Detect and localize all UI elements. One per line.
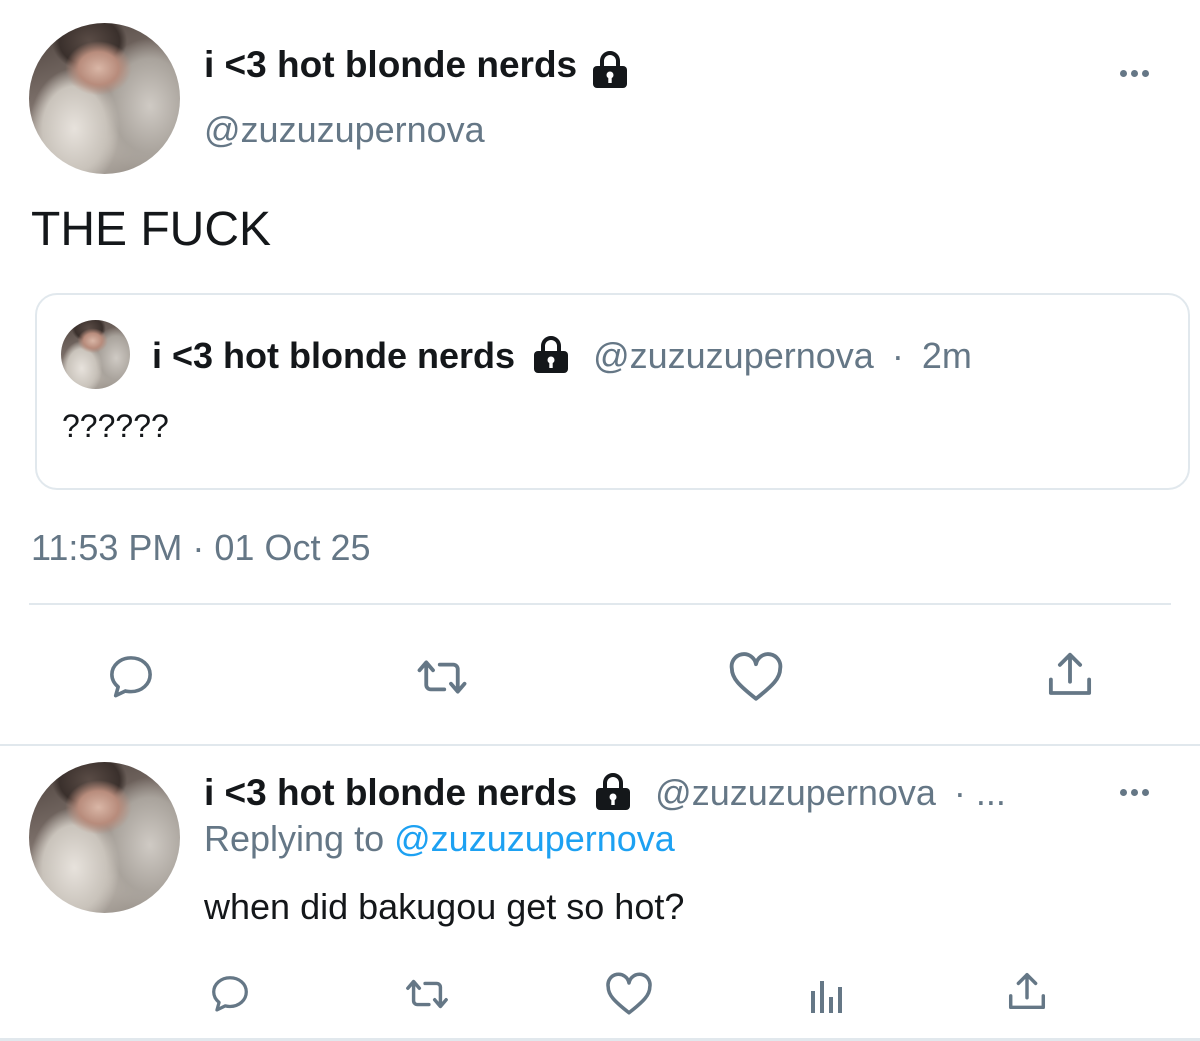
- main-tweet-text: THE FUCK: [31, 203, 271, 256]
- reply-icon[interactable]: [104, 650, 158, 704]
- quoted-time: 2m: [921, 335, 972, 376]
- quoted-header-row: i <3 hot blonde nerds @zuzuzupernova · 2…: [152, 334, 972, 378]
- lock-icon: [596, 773, 631, 811]
- like-icon[interactable]: [604, 971, 654, 1017]
- share-icon[interactable]: [1004, 969, 1050, 1015]
- main-name-row: i <3 hot blonde nerds: [204, 42, 632, 88]
- analytics-icon[interactable]: [807, 975, 847, 1015]
- lock-icon: [534, 336, 569, 374]
- quoted-avatar: [61, 320, 130, 389]
- reply-handle[interactable]: @zuzuzupernova: [655, 772, 936, 813]
- reply-icon[interactable]: [207, 971, 253, 1017]
- replying-to-handle[interactable]: @zuzuzupernova: [394, 818, 675, 859]
- quoted-handle: @zuzuzupernova: [593, 335, 874, 376]
- tweet-timestamp[interactable]: 11:53 PM · 01 Oct 25: [31, 526, 371, 570]
- main-avatar[interactable]: [29, 23, 180, 174]
- section-divider: [0, 744, 1200, 746]
- reply-separator: · ...: [953, 772, 1006, 813]
- retweet-icon[interactable]: [401, 971, 453, 1017]
- reply-tweet-text: when did bakugou get so hot?: [204, 886, 685, 927]
- quoted-display-name: i <3 hot blonde nerds: [152, 335, 516, 376]
- quoted-separator: ·: [891, 335, 904, 376]
- replying-to-label: Replying to: [204, 818, 385, 859]
- reply-display-name[interactable]: i <3 hot blonde nerds: [204, 772, 577, 813]
- main-display-name[interactable]: i <3 hot blonde nerds: [204, 44, 577, 85]
- more-icon[interactable]: [1118, 64, 1151, 80]
- reply-avatar[interactable]: [29, 762, 180, 913]
- more-icon[interactable]: [1118, 783, 1151, 799]
- quoted-tweet-card[interactable]: [35, 293, 1190, 490]
- retweet-icon[interactable]: [412, 650, 472, 704]
- like-icon[interactable]: [727, 650, 785, 704]
- main-handle[interactable]: @zuzuzupernova: [204, 108, 485, 152]
- divider: [29, 603, 1171, 605]
- quoted-tweet-text: ??????: [62, 408, 169, 444]
- reply-header-row: i <3 hot blonde nerds @zuzuzupernova · .…: [204, 770, 1006, 816]
- share-icon[interactable]: [1043, 648, 1097, 702]
- replying-to-line: Replying to @zuzuzupernova: [204, 816, 675, 862]
- lock-icon: [592, 50, 627, 88]
